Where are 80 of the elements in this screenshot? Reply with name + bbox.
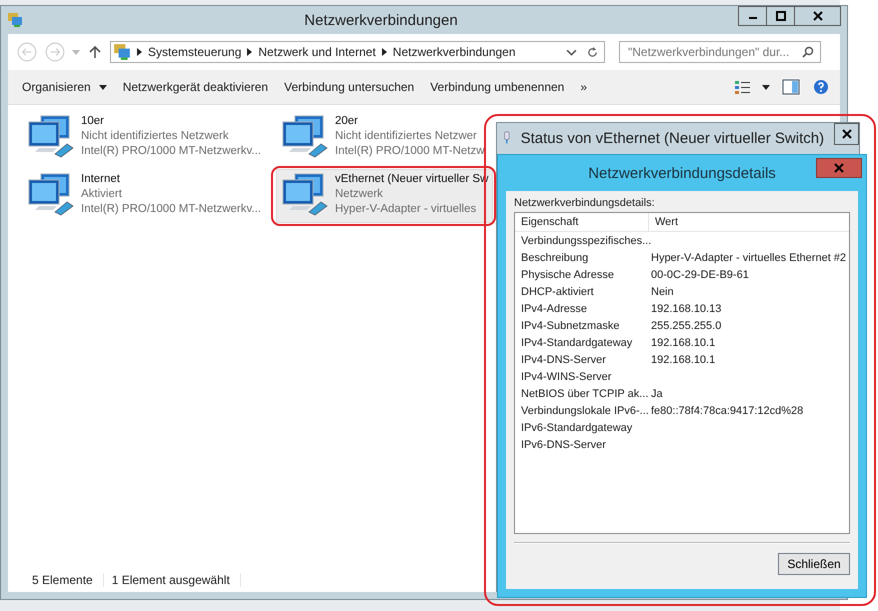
property-cell-text: IPv4-Standardgateway [520,336,634,348]
adapter-name: Hyper-V-Adapter - virtuelles [335,202,478,217]
network-computer-icon [281,114,329,158]
value-cell-text: Nein [650,286,674,298]
property-cell-text: IPv4-Adresse [520,302,588,314]
property-cell-text: IPv4-WINS-Server [520,370,612,382]
dialog-title: Netzwerkverbindungsdetails [588,164,776,182]
adapter-name: Intel(R) PRO/1000 MT-Netzwerkv... [81,144,261,159]
property-cell-text: IPv4-DNS-Server [520,354,607,366]
value-cell-text: Ja [650,388,663,400]
connection-item[interactable]: 20er Nicht identifiziertes Netzwer Intel(R) PRO/1000 MT-Netzw [276,111,490,165]
property-cell-text: Physische Adresse [520,268,615,280]
status-text: 1 Element ausgewählt [104,573,241,587]
dialog-title: Status von vEthernet (Neuer virtueller Switch) [520,130,824,146]
window-title: Netzwerkverbindungen [303,12,459,28]
help-icon[interactable] [812,79,830,95]
address-bar[interactable]: Systemsteuerung Netzwerk und Internet Netzwerkverbindungen [110,41,605,63]
close-button[interactable] [834,123,859,145]
chevron-icon [382,48,387,56]
connection-name: 20er [335,114,360,129]
close-icon [812,11,822,21]
value-cell-text: 192.168.10.1 [650,354,716,366]
search-field[interactable]: "Netzwerkverbindungen" dur... [619,41,821,63]
search-icon [802,46,814,58]
breadcrumb[interactable]: Netzwerkverbindungen [392,45,516,59]
connection-name: 10er [81,114,106,129]
value-cell-text: Hyper-V-Adapter - virtuelles Ethernet #2 [650,252,846,264]
property-cell-text: NetBIOS über TCPIP ak... [520,388,649,400]
chevron-icon [137,48,142,56]
property-cell-text: Beschreibung [520,252,590,264]
close-button[interactable] [794,6,841,26]
toolbar-button[interactable]: » [572,76,596,98]
view-options-icon[interactable] [734,79,752,95]
value-cell-text: fe80::78f4:78ca:9417:12cd%28 [650,404,804,416]
maximize-icon [776,11,786,21]
toolbar-button[interactable]: Verbindung umbenennen [422,76,572,98]
network-computer-icon [27,114,75,158]
connection-status: Nicht identifiziertes Netzwer [335,129,478,144]
property-cell-text: IPv6-DNS-Server [520,438,607,450]
breadcrumb[interactable]: Systemsteuerung [148,45,242,59]
close-icon [834,163,844,173]
toolbar-button[interactable]: Organisieren [14,76,115,98]
refresh-icon[interactable] [587,46,598,58]
breadcrumb[interactable]: Netzwerk und Internet [258,45,376,59]
property-cell-text: DHCP-aktiviert [520,286,595,298]
network-computer-icon [27,172,75,216]
adapter-name: Intel(R) PRO/1000 MT-Netzwerkv... [81,202,261,217]
preview-pane-icon[interactable] [782,79,800,95]
network-icon [7,12,23,28]
network-computer-icon [281,172,329,216]
connection-name: Internet [81,172,121,187]
caret-icon[interactable] [762,84,770,90]
property-cell-text: IPv4-Subnetzmaske [520,320,620,332]
maximize-button[interactable] [766,6,795,26]
status-text: 5 Elemente [24,573,104,587]
value-cell-text: 192.168.10.13 [650,302,722,314]
connection-item[interactable]: Internet Aktiviert Intel(R) PRO/1000 MT-Netzwerkv... [22,169,266,223]
list-label: Netzwerkverbindungsdetails: [514,197,656,209]
value-cell-text: 255.255.255.0 [650,320,722,332]
chevron-icon [247,48,252,56]
connection-status: Aktiviert [81,187,123,202]
property-cell-text: IPv6-Standardgateway [520,422,634,434]
adapter-name: Intel(R) PRO/1000 MT-Netzw [335,144,485,159]
minimize-button[interactable] [738,6,767,26]
network-icon [113,43,131,61]
column-header[interactable]: Wert [649,213,678,231]
caret-icon [98,84,107,90]
connection-item[interactable]: 10er Nicht identifiziertes Netzwerk Intel(R) PRO/1000 MT-Netzwerkv... [22,111,266,165]
value-cell-text: 192.168.10.1 [650,336,716,348]
up-arrow-icon[interactable] [89,45,101,59]
connection-status: Netzwerk [335,187,384,202]
connection-status: Nicht identifiziertes Netzwerk [81,129,230,144]
value-cell-text: 00-0C-29-DE-B9-61 [650,268,749,280]
close-dialog-button[interactable]: Schließen [778,553,850,575]
property-cell-text: Verbindungsspezifisches... [520,234,649,246]
column-header[interactable]: Eigenschaft [515,213,649,231]
close-icon [842,129,852,139]
property-cell-text: Verbindungslokale IPv6-... [520,404,649,416]
toolbar-button[interactable]: Netzwerkgerät deaktivieren [114,76,276,98]
toolbar-button[interactable]: Verbindung untersuchen [276,76,422,98]
